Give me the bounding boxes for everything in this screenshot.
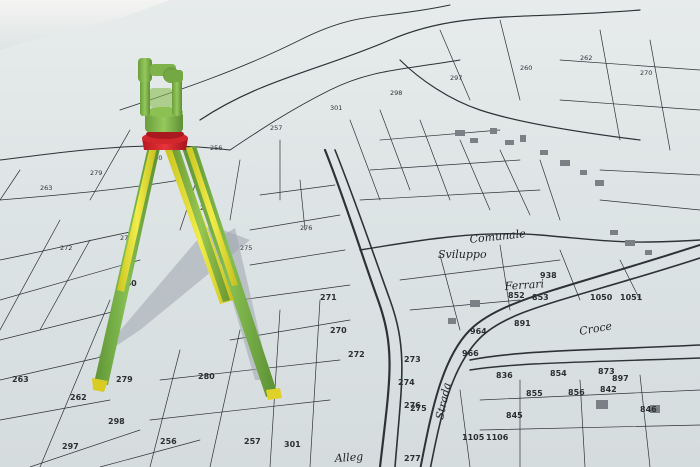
parcel-number: 845	[506, 411, 523, 420]
parcel-number: 270	[330, 326, 347, 335]
parcel-number: 274	[398, 378, 415, 387]
parcel-number: 964	[470, 327, 487, 336]
map-scene: 263 279 280 256 257 301 298 297 260 262 270 272 273 2…	[0, 0, 700, 467]
parcel-number-far: 276	[300, 224, 312, 232]
parcel-number: 273	[404, 355, 421, 364]
parcel-number: 297	[62, 442, 79, 451]
parcel-number-far: 257	[270, 124, 282, 132]
parcel-number-far: 279	[90, 169, 102, 177]
place-label: Sviluppo	[438, 248, 487, 261]
parcel-number-far: 260	[520, 64, 532, 72]
parcel-number: 842	[600, 385, 617, 394]
parcel-number-far: 272	[60, 244, 72, 252]
parcel-number: 854	[550, 369, 567, 378]
parcel-number-far: 262	[580, 54, 592, 62]
parcel-number: 1050	[590, 293, 613, 302]
parcel-number: 277	[404, 454, 421, 463]
parcel-number: 257	[244, 437, 261, 446]
parcel-number: 873	[598, 367, 615, 376]
parcel-number-far: 297	[450, 74, 462, 82]
parcel-number: 1106	[486, 433, 509, 442]
parcel-number: 1051	[620, 293, 643, 302]
parcel-number: 891	[514, 319, 531, 328]
parcel-number: 279	[116, 375, 133, 384]
parcel-number: 276	[404, 401, 421, 410]
parcel-number: 836	[496, 371, 513, 380]
parcel-number-far: 301	[330, 104, 342, 112]
parcel-number: 256	[160, 437, 177, 446]
parcel-number-far: 263	[40, 184, 52, 192]
place-label: Alleg	[333, 450, 363, 465]
parcel-number-far: 275	[240, 244, 252, 252]
parcel-number: 301	[284, 440, 301, 449]
parcel-number: 1105	[462, 433, 485, 442]
parcel-number: 856	[568, 388, 585, 397]
parcel-number: 855	[526, 389, 543, 398]
parcel-number: 271	[320, 293, 337, 302]
parcel-number: 846	[640, 405, 657, 414]
parcel-number: 853	[532, 293, 549, 302]
parcel-number: 280	[198, 372, 215, 381]
parcel-number: 263	[12, 375, 29, 384]
parcel-number-far: 270	[640, 69, 652, 77]
map-photo: 263 279 280 256 257 301 298 297 260 262 270 272 273 2…	[0, 0, 700, 467]
parcel-number-far: 256	[210, 144, 222, 152]
parcel-number: 262	[70, 393, 87, 402]
parcel-number: 298	[108, 417, 125, 426]
parcel-number: 966	[462, 349, 479, 358]
parcel-number: 272	[348, 350, 365, 359]
parcel-number-far: 298	[390, 89, 402, 97]
